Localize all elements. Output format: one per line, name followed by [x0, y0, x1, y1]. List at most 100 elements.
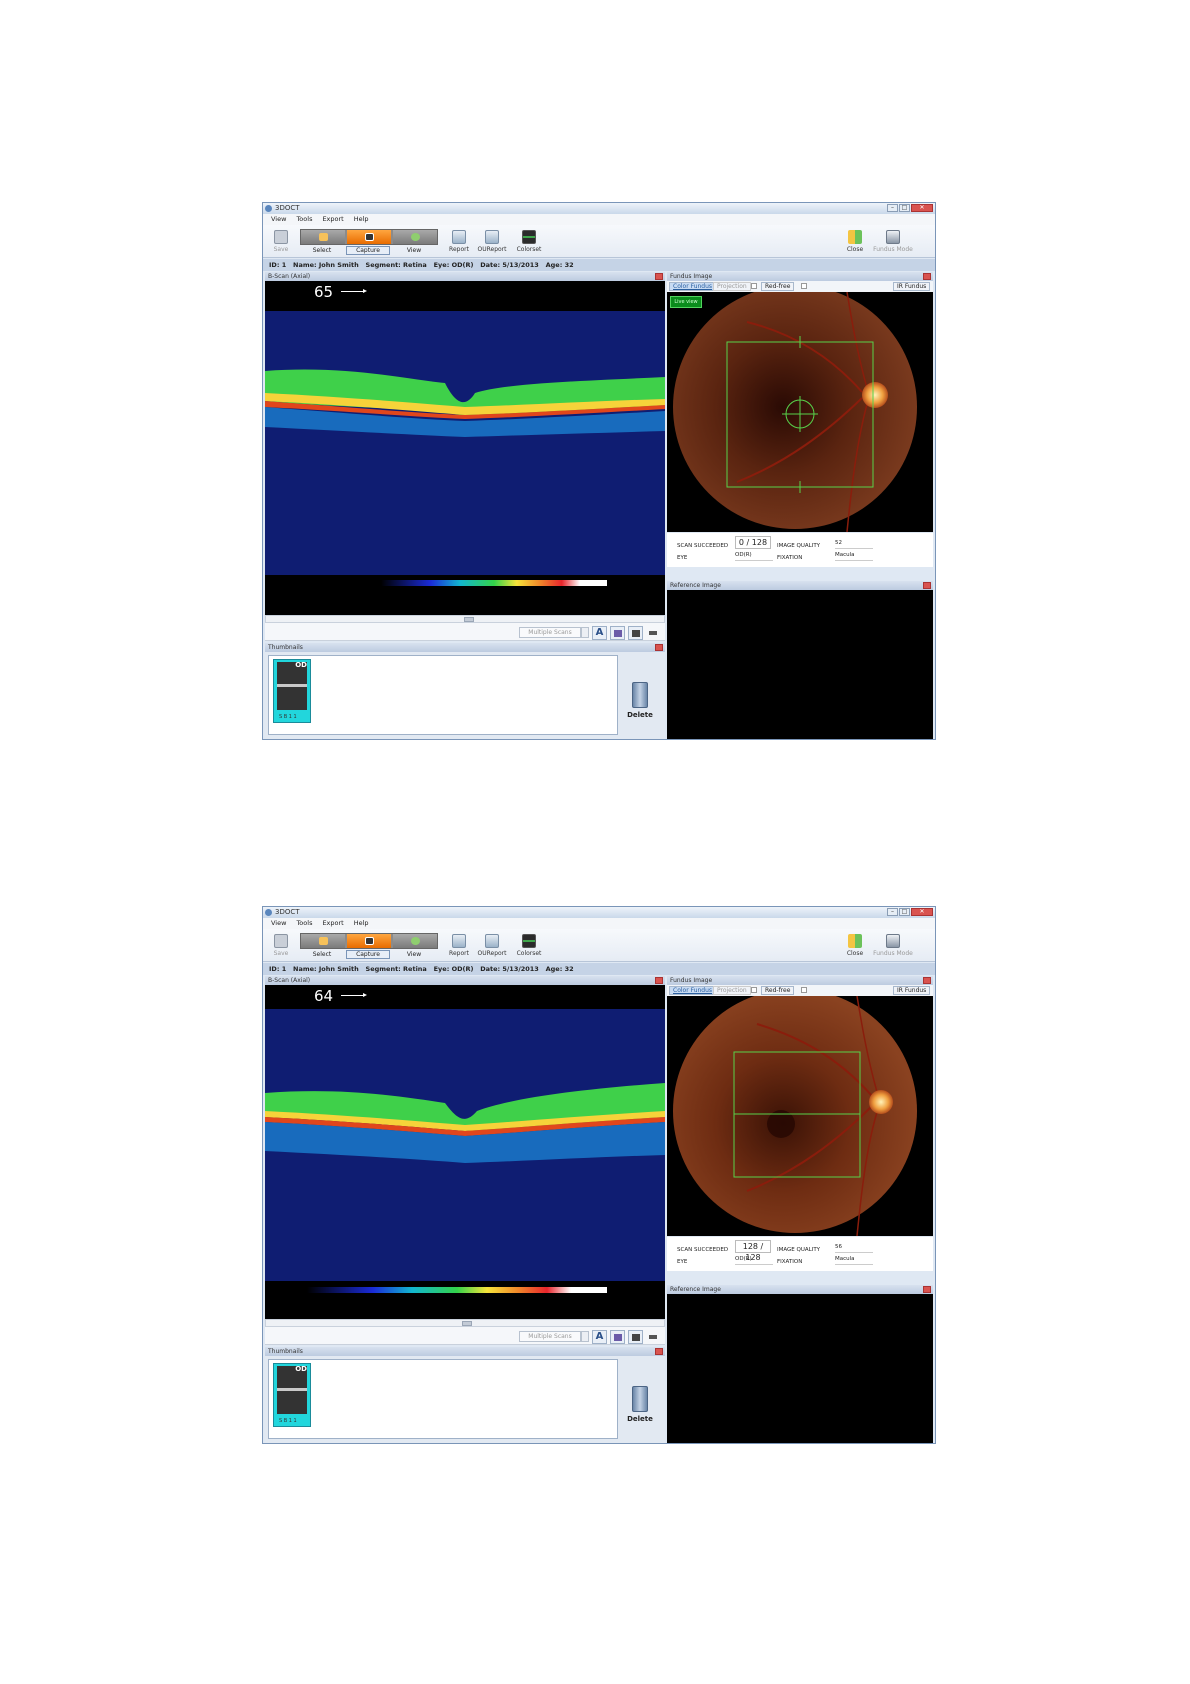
tab-red-free[interactable]: Red-free	[761, 986, 795, 995]
chevron-down-icon[interactable]	[581, 627, 589, 638]
tab-color-fundus[interactable]: Color Fundus	[669, 986, 717, 995]
fixation-value: Macula	[835, 552, 873, 561]
color-map-icon	[614, 630, 622, 637]
save-icon	[274, 230, 288, 244]
colorset-icon	[522, 934, 536, 948]
save-button[interactable]: Save	[269, 227, 293, 257]
capture-mode-button[interactable]	[347, 934, 391, 948]
thumbnail-list: OD S B 1 1	[268, 655, 618, 735]
bscan-close-button[interactable]	[655, 977, 663, 984]
tab-ir-fundus[interactable]: IR Fundus	[893, 282, 931, 291]
patient-date: 5/13/2013	[502, 965, 539, 973]
close-button[interactable]: Close	[843, 931, 867, 961]
scan-succeeded-count: 0 / 128	[735, 536, 771, 549]
color-map-button[interactable]	[610, 1330, 625, 1344]
tab-red-free[interactable]: Red-free	[761, 282, 795, 291]
grayscale-button[interactable]	[628, 1330, 643, 1344]
fundus-mode-button[interactable]: Fundus Mode	[871, 931, 915, 961]
scrollbar-thumb[interactable]	[464, 617, 474, 622]
color-map-button[interactable]	[610, 626, 625, 640]
bscan-scrollbar[interactable]	[265, 1319, 665, 1327]
save-button[interactable]: Save	[269, 931, 293, 961]
fundus-image[interactable]: Live view	[667, 292, 933, 532]
fundus-tabs: Color Fundus Projection Red-free IR Fund…	[667, 985, 933, 996]
report-icon	[452, 934, 466, 948]
bscan-close-button[interactable]	[655, 273, 663, 280]
multiple-scans-select[interactable]: Multiple Scans	[519, 627, 581, 638]
colorset-button[interactable]: Colorset	[514, 227, 544, 257]
tab-ir-fundus[interactable]: IR Fundus	[893, 986, 931, 995]
layout-button[interactable]	[646, 626, 661, 640]
scan-info-panel: SCAN SUCCEEDED 128 / 128 IMAGE QUALITY 5…	[667, 1237, 933, 1271]
fundus-close-button[interactable]	[923, 273, 931, 280]
tab-projection[interactable]: Projection	[713, 282, 751, 291]
bscan-scrollbar[interactable]	[265, 615, 665, 623]
thumbnails-close-button[interactable]	[655, 644, 663, 651]
fundus-photo-graphic	[673, 996, 917, 1236]
eye-value: OD(R)	[735, 1256, 773, 1265]
fundus-panel-header: Fundus Image	[667, 976, 933, 985]
window-title: 3DOCT	[275, 908, 300, 916]
view-mode-button[interactable]	[393, 230, 437, 244]
tab-color-fundus[interactable]: Color Fundus	[669, 282, 717, 291]
grayscale-button[interactable]	[628, 626, 643, 640]
menu-view[interactable]: View	[271, 918, 286, 929]
delete-button[interactable]: Delete	[622, 682, 658, 734]
red-free-checkbox[interactable]	[801, 283, 807, 289]
reference-close-button[interactable]	[923, 582, 931, 589]
fundus-close-button[interactable]	[923, 977, 931, 984]
chevron-down-icon[interactable]	[581, 1331, 589, 1342]
close-window-button[interactable]: ✕	[911, 908, 933, 916]
fundus-mode-button[interactable]: Fundus Mode	[871, 227, 915, 257]
multiple-scans-select[interactable]: Multiple Scans	[519, 1331, 581, 1342]
patient-segment: Retina	[403, 965, 427, 973]
capture-mode-button[interactable]	[347, 230, 391, 244]
bscan-image[interactable]: 65	[265, 281, 665, 615]
bscan-image[interactable]: 64	[265, 985, 665, 1319]
thumbnails-close-button[interactable]	[655, 1348, 663, 1355]
maximize-button[interactable]: □	[899, 204, 910, 212]
menu-tools[interactable]: Tools	[296, 918, 312, 929]
tab-projection[interactable]: Projection	[713, 986, 751, 995]
app-window-capture-complete: 3DOCT – □ ✕ View Tools Export Help Save …	[262, 906, 936, 1444]
select-mode-button[interactable]	[301, 230, 345, 244]
layout-button[interactable]	[646, 1330, 661, 1344]
projection-checkbox[interactable]	[751, 987, 757, 993]
thumbnails-panel-header: Thumbnails	[265, 1347, 665, 1356]
scan-thumbnail[interactable]: OD S B 1 1	[273, 1363, 311, 1427]
mode-switcher	[300, 933, 438, 949]
red-free-checkbox[interactable]	[801, 987, 807, 993]
report-button[interactable]: Report	[446, 227, 472, 257]
menu-help[interactable]: Help	[354, 918, 369, 929]
select-mode-label: Select	[312, 247, 332, 254]
view-mode-button[interactable]	[393, 934, 437, 948]
scan-thumbnail[interactable]: OD S B 1 1	[273, 659, 311, 723]
thumbnail-info: S B 1 1	[279, 714, 297, 720]
menu-export[interactable]: Export	[322, 214, 343, 225]
menu-help[interactable]: Help	[354, 214, 369, 225]
fundus-image[interactable]	[667, 996, 933, 1236]
text-annotation-button[interactable]: A	[592, 626, 607, 640]
close-button[interactable]: Close	[843, 227, 867, 257]
oureport-button[interactable]: OUReport	[475, 227, 509, 257]
menu-export[interactable]: Export	[322, 918, 343, 929]
minimize-button[interactable]: –	[887, 204, 898, 212]
select-mode-button[interactable]	[301, 934, 345, 948]
oct-bscan-graphic	[265, 311, 665, 586]
menu-view[interactable]: View	[271, 214, 286, 225]
delete-button[interactable]: Delete	[622, 1386, 658, 1438]
projection-checkbox[interactable]	[751, 283, 757, 289]
maximize-button[interactable]: □	[899, 908, 910, 916]
oureport-button[interactable]: OUReport	[475, 931, 509, 961]
reference-close-button[interactable]	[923, 1286, 931, 1293]
text-annotation-button[interactable]: A	[592, 1330, 607, 1344]
menu-tools[interactable]: Tools	[296, 214, 312, 225]
colorset-button[interactable]: Colorset	[514, 931, 544, 961]
scrollbar-thumb[interactable]	[462, 1321, 472, 1326]
exit-door-icon	[848, 230, 862, 244]
layout-icon	[649, 1335, 657, 1339]
patient-age: 32	[564, 261, 574, 269]
minimize-button[interactable]: –	[887, 908, 898, 916]
report-button[interactable]: Report	[446, 931, 472, 961]
close-window-button[interactable]: ✕	[911, 204, 933, 212]
